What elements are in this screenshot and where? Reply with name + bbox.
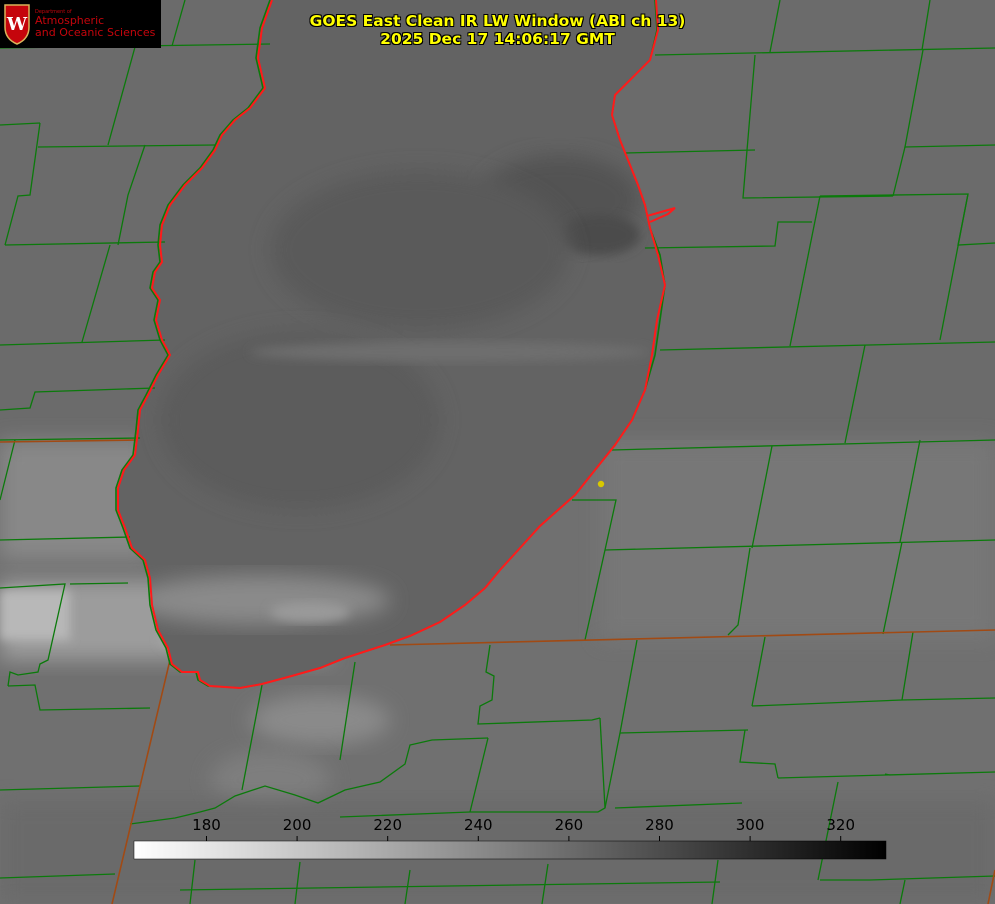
image-title: GOES East Clean IR LW Window (ABI ch 13) <box>309 12 686 30</box>
colorbar-tick-label: 180 <box>192 816 221 834</box>
colorbar-tick-label: 200 <box>283 816 312 834</box>
satellite-map: 180 200 220 240 260 280 300 320 <box>0 0 995 904</box>
colorbar-tick-label: 260 <box>555 816 584 834</box>
colorbar-tick-label: 220 <box>373 816 402 834</box>
colorbar-tick-label: 240 <box>464 816 493 834</box>
colorbar-tick-label: 320 <box>826 816 855 834</box>
colorbar-gradient <box>133 840 887 860</box>
image-timestamp: 2025 Dec 17 14:06:17 GMT <box>380 30 615 48</box>
colorbar-tick-label: 300 <box>736 816 765 834</box>
colorbar-tick-label: 280 <box>645 816 674 834</box>
station-marker-icon <box>597 480 605 488</box>
